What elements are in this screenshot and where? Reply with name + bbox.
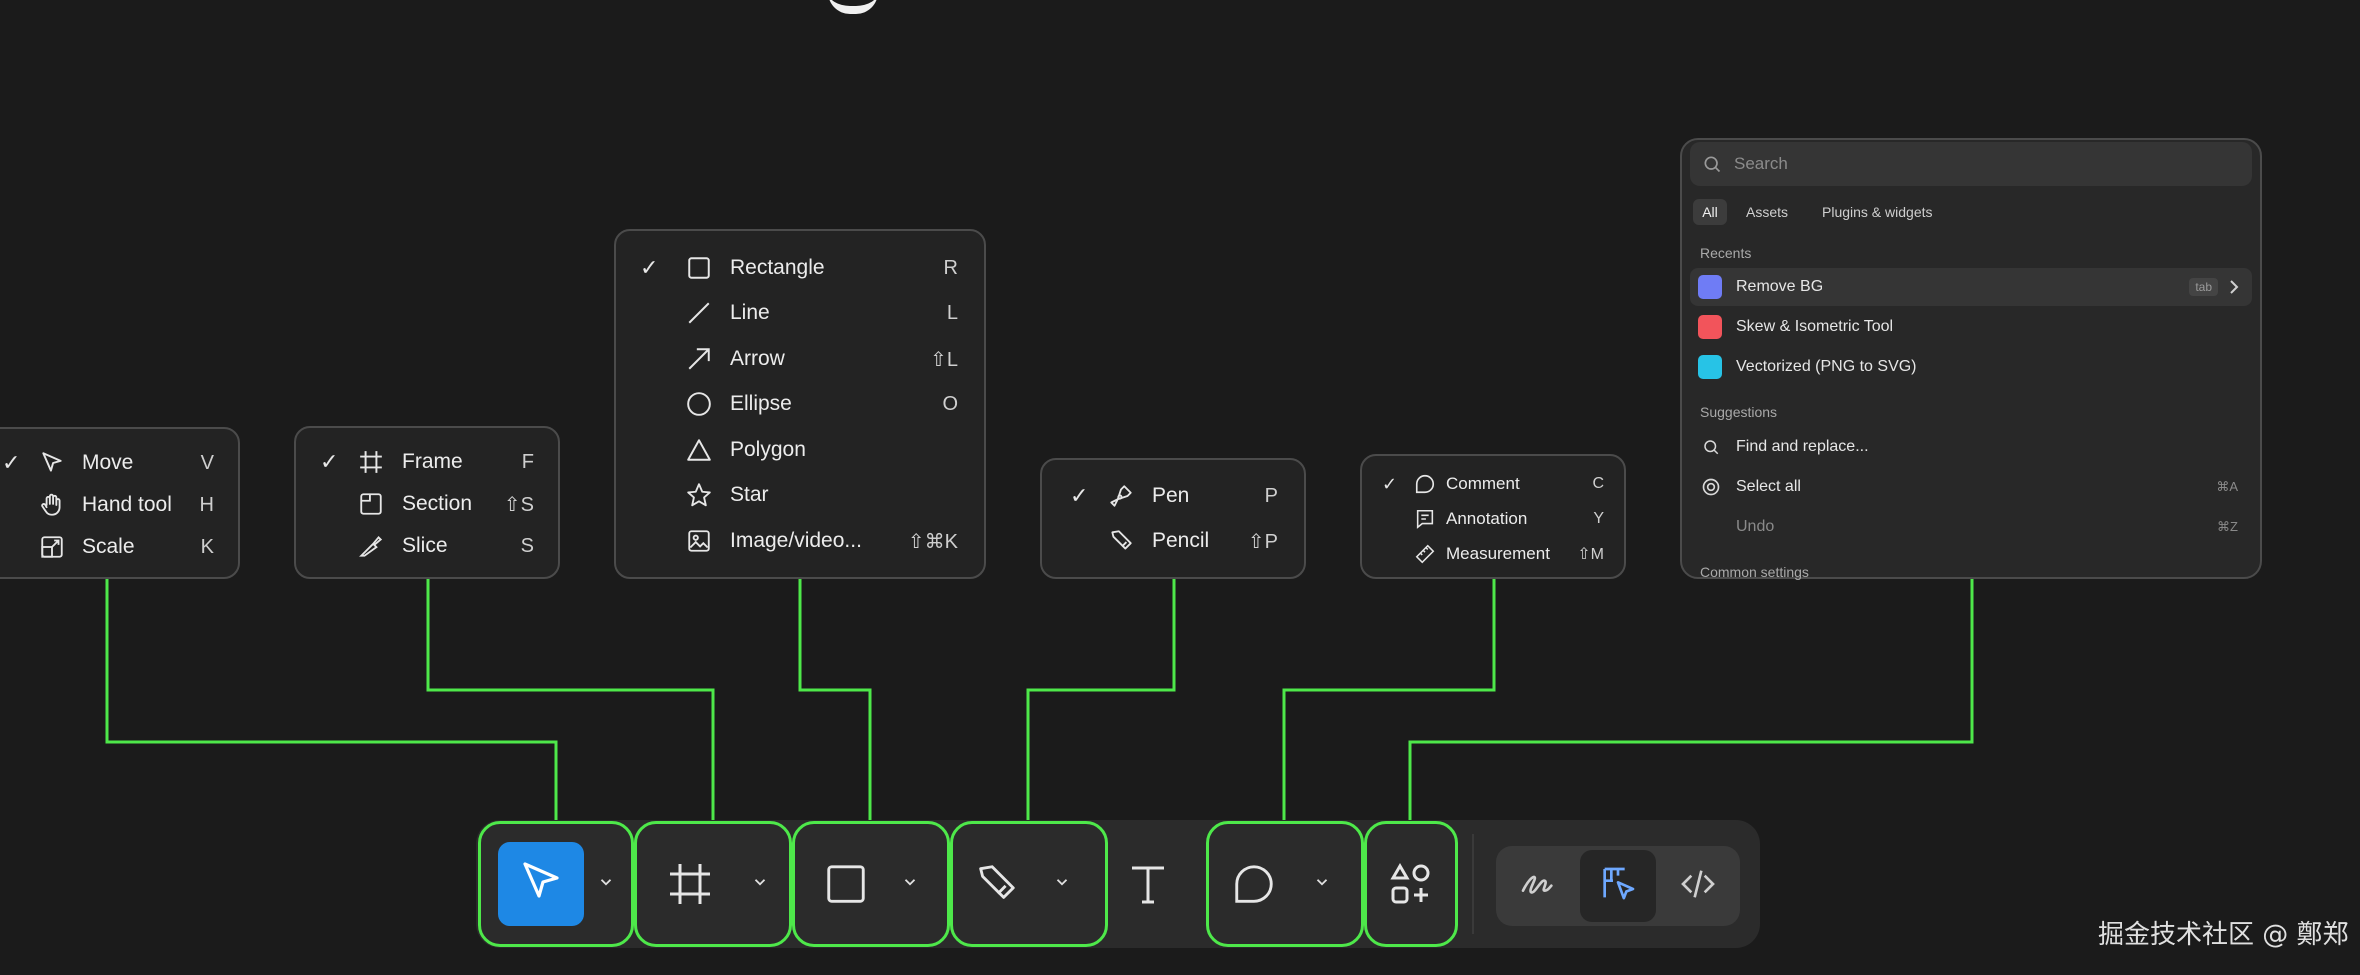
rectangle-icon (686, 255, 712, 281)
menu-item-slice[interactable]: Slice S (296, 526, 558, 566)
arrow-icon (686, 346, 712, 372)
plugin-icon (1698, 355, 1722, 379)
dev-mode-button[interactable] (1660, 850, 1736, 922)
polygon-icon (686, 437, 712, 463)
text-tool-button[interactable] (1108, 846, 1188, 926)
comment-tool-dropdown[interactable] (1310, 872, 1334, 896)
move-tool-menu: ✓ Move V Hand tool H Scale K (0, 427, 240, 579)
code-icon (1678, 864, 1718, 909)
pen-icon (1108, 483, 1134, 509)
plugin-icon (1698, 315, 1722, 339)
frame-icon (358, 449, 384, 475)
chevron-down-icon (1053, 873, 1071, 896)
menu-item-frame[interactable]: ✓ Frame F (296, 442, 558, 482)
menu-item-image-video[interactable]: Image/video... ⇧⌘K (616, 521, 984, 561)
actions-icon (1387, 860, 1435, 913)
suggestion-select-all[interactable]: Select all ⌘A (1690, 468, 2252, 506)
recent-item-skew-isometric[interactable]: Skew & Isometric Tool (1690, 308, 2252, 346)
chevron-down-icon (1313, 873, 1331, 896)
menu-item-pencil[interactable]: Pencil ⇧P (1042, 521, 1304, 561)
menu-item-arrow[interactable]: Arrow ⇧L (616, 339, 984, 379)
move-tool-dropdown[interactable] (594, 872, 618, 896)
rectangle-icon (823, 861, 869, 912)
search-icon (1702, 154, 1722, 179)
menu-item-star[interactable]: Star (616, 475, 984, 515)
search-placeholder: Search (1734, 154, 1788, 173)
menu-item-measurement[interactable]: Measurement ⇧M (1362, 534, 1624, 574)
tab-all[interactable]: All (1693, 199, 1727, 225)
actions-search-field[interactable]: Search (1690, 142, 2252, 186)
shape-tool-dropdown[interactable] (898, 872, 922, 896)
pencil-icon (973, 861, 1019, 912)
chevron-right-icon (2226, 277, 2242, 302)
search-icon (1702, 438, 1720, 461)
recent-item-remove-bg[interactable]: Remove BG tab (1690, 268, 2252, 306)
recent-item-vectorized[interactable]: Vectorized (PNG to SVG) (1690, 348, 2252, 386)
suggestion-find-replace[interactable]: Find and replace... (1690, 428, 2252, 466)
plugin-icon (1698, 275, 1722, 299)
draw-mode-button[interactable] (1500, 850, 1576, 922)
measure-icon (1414, 543, 1436, 565)
image-icon (686, 528, 712, 554)
comment-icon (1231, 861, 1277, 912)
select-all-icon (1701, 477, 1721, 502)
pen-tool-button[interactable] (956, 846, 1036, 926)
actions-tool-button[interactable] (1372, 846, 1450, 926)
menu-item-annotation[interactable]: Annotation Y (1362, 499, 1624, 539)
comment-tool-menu: ✓ Comment C Annotation Y Measurement ⇧M (1360, 454, 1626, 579)
menu-item-polygon[interactable]: Polygon (616, 430, 984, 470)
toolbar-divider (1472, 834, 1474, 934)
menu-item-line[interactable]: Line L (616, 293, 984, 333)
menu-item-move[interactable]: ✓ Move V (0, 443, 238, 483)
annotation-icon (1414, 508, 1436, 530)
chevron-down-icon (751, 873, 769, 896)
tab-plugins-widgets[interactable]: Plugins & widgets (1822, 204, 1933, 220)
slice-icon (358, 533, 384, 559)
frame-icon (666, 860, 714, 913)
section-icon (358, 491, 384, 517)
shape-tool-button[interactable] (806, 846, 886, 926)
menu-item-section[interactable]: Section ⇧S (296, 484, 558, 524)
suggestion-undo[interactable]: Undo ⌘Z (1690, 508, 2252, 546)
scale-icon (39, 534, 65, 560)
design-mode-button[interactable] (1580, 850, 1656, 922)
menu-item-rectangle[interactable]: ✓ Rectangle R (616, 248, 984, 288)
pen-tool-menu: ✓ Pen P Pencil ⇧P (1040, 458, 1306, 579)
ellipse-icon (686, 391, 712, 417)
common-settings-title: Common settings (1700, 564, 1809, 580)
move-tool-button[interactable] (498, 842, 584, 926)
chevron-down-icon (901, 873, 919, 896)
comment-icon (1414, 473, 1436, 495)
menu-item-ellipse[interactable]: Ellipse O (616, 384, 984, 424)
menu-item-comment[interactable]: ✓ Comment C (1362, 464, 1624, 504)
draw-icon (1518, 864, 1558, 909)
pencil-icon (1108, 528, 1134, 554)
title-fragment (828, 0, 878, 14)
cursor-icon (517, 858, 565, 911)
shape-tool-menu: ✓ Rectangle R Line L Arrow ⇧L Ellipse O (614, 229, 986, 579)
star-icon (686, 482, 712, 508)
menu-item-pen[interactable]: ✓ Pen P (1042, 476, 1304, 516)
tab-assets[interactable]: Assets (1746, 204, 1788, 220)
cursor-icon (39, 450, 65, 476)
pen-tool-dropdown[interactable] (1050, 872, 1074, 896)
hand-icon (39, 492, 65, 518)
recents-title: Recents (1700, 245, 1752, 261)
frame-tool-button[interactable] (650, 846, 730, 926)
frame-tool-dropdown[interactable] (748, 872, 772, 896)
tab-badge: tab (2189, 278, 2218, 296)
comment-tool-button[interactable] (1214, 846, 1294, 926)
text-icon (1124, 860, 1172, 913)
chevron-down-icon (597, 873, 615, 896)
design-icon (1598, 864, 1638, 909)
suggestions-title: Suggestions (1700, 404, 1778, 420)
menu-item-scale[interactable]: Scale K (0, 527, 238, 567)
menu-item-hand-tool[interactable]: Hand tool H (0, 485, 238, 525)
frame-tool-menu: ✓ Frame F Section ⇧S Slice S (294, 426, 560, 579)
line-icon (686, 300, 712, 326)
watermark: 掘金技术社区 @ 鄭郑 (2098, 920, 2349, 950)
